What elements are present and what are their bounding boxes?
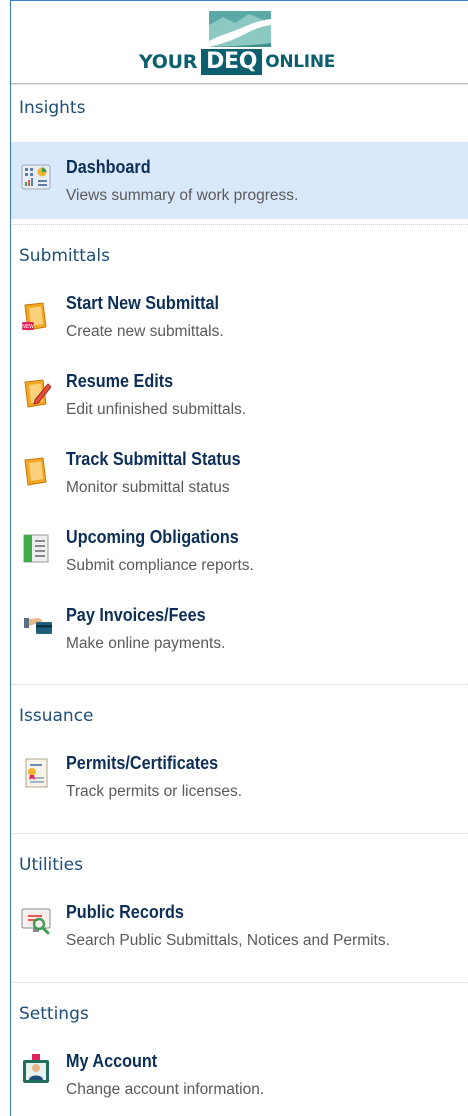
nav-item-title: Dashboard	[66, 157, 151, 177]
section-settings: Settings My Account Change account infor…	[11, 983, 468, 1116]
nav-item-title: Pay Invoices/Fees	[66, 605, 206, 625]
nav-item-desc: Create new submittals.	[66, 323, 224, 340]
nav-item-desc: Change account information.	[66, 1081, 265, 1098]
section-insights: Insights Dashboard Views summary of work…	[11, 84, 468, 225]
edit-document-icon	[24, 379, 51, 408]
logo-header: YOUR DEQ ONLINE	[11, 1, 468, 84]
section-title-insights: Insights	[19, 98, 86, 118]
nav-item-title: Permits/Certificates	[66, 753, 219, 773]
svg-text:NEW: NEW	[22, 324, 34, 330]
new-submittal-icon: NEW	[22, 302, 47, 331]
nav-item-desc: Submit compliance reports.	[66, 557, 254, 574]
river-landscape-icon	[209, 11, 271, 47]
section-title-utilities: Utilities	[19, 855, 83, 875]
your-deq-online-logo[interactable]: YOUR DEQ ONLINE	[139, 11, 359, 75]
certificate-icon	[25, 758, 48, 788]
navigation-panel: YOUR DEQ ONLINE Insights Dashboard Views…	[10, 0, 468, 1116]
nav-item-desc: Make online payments.	[66, 635, 226, 652]
nav-item-my-account[interactable]: My Account Change account information.	[11, 1051, 468, 1116]
nav-item-desc: Views summary of work progress.	[66, 187, 299, 204]
logo-word-online: ONLINE	[265, 52, 336, 72]
dashboard-icon	[21, 164, 51, 190]
nav-item-pay-invoices-fees[interactable]: Pay Invoices/Fees Make online payments.	[11, 605, 468, 683]
nav-item-dashboard[interactable]: Dashboard Views summary of work progress…	[11, 142, 468, 219]
nav-item-upcoming-obligations[interactable]: Upcoming Obligations Submit compliance r…	[11, 527, 468, 605]
payment-icon	[24, 618, 52, 634]
nav-item-title: Resume Edits	[66, 371, 174, 391]
section-title-issuance: Issuance	[19, 706, 94, 726]
nav-item-desc: Track permits or licenses.	[66, 783, 242, 800]
nav-item-desc: Search Public Submittals, Notices and Pe…	[66, 932, 390, 949]
nav-item-title: Track Submittal Status	[66, 449, 241, 469]
section-title-settings: Settings	[19, 1004, 89, 1024]
section-title-submittals: Submittals	[19, 246, 110, 266]
logo-word-your: YOUR	[139, 51, 198, 73]
nav-item-title: My Account	[66, 1051, 158, 1071]
nav-item-public-records[interactable]: Public Records Search Public Submittals,…	[11, 902, 468, 980]
nav-item-title: Upcoming Obligations	[66, 527, 239, 547]
obligations-icon	[23, 534, 49, 563]
nav-item-start-new-submittal[interactable]: NEW Start New Submittal Create new submi…	[11, 293, 468, 371]
section-submittals: Submittals NEW Start New Submittal Creat…	[11, 225, 468, 685]
logo-word-deq: DEQ	[201, 49, 263, 75]
nav-item-desc: Edit unfinished submittals.	[66, 401, 247, 418]
logo-wordmark: YOUR DEQ ONLINE	[139, 49, 335, 75]
public-records-icon	[21, 908, 51, 935]
nav-item-resume-edits[interactable]: Resume Edits Edit unfinished submittals.	[11, 371, 468, 449]
nav-item-title: Start New Submittal	[66, 293, 220, 313]
section-utilities: Utilities Public Records Search Public S…	[11, 834, 468, 983]
section-issuance: Issuance Permits/Certificates Track perm…	[11, 685, 468, 834]
track-status-icon	[24, 457, 47, 486]
account-icon	[23, 1054, 49, 1083]
nav-item-desc: Monitor submittal status	[66, 479, 230, 496]
nav-item-permits-certificates[interactable]: Permits/Certificates Track permits or li…	[11, 753, 468, 831]
nav-item-track-submittal-status[interactable]: Track Submittal Status Monitor submittal…	[11, 449, 468, 527]
nav-item-title: Public Records	[66, 902, 184, 922]
